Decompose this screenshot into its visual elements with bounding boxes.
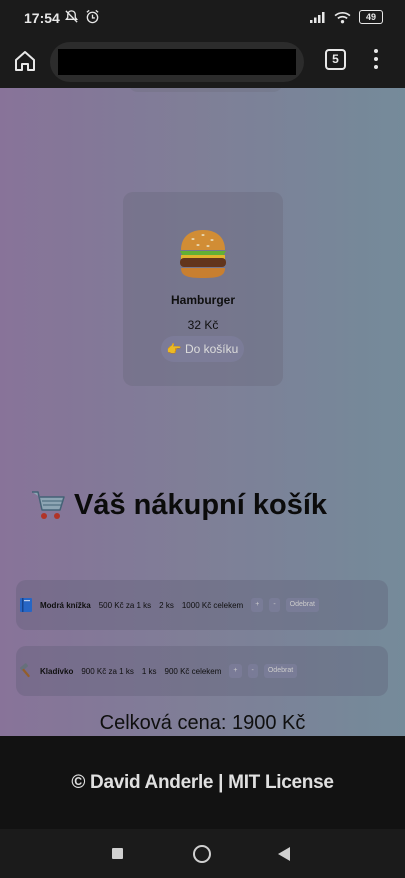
cart-item-name: Kladívko — [40, 666, 74, 676]
decrease-quantity-button[interactable]: - — [269, 598, 280, 612]
battery-icon: 49 — [359, 10, 383, 24]
tab-switcher-button[interactable]: 5 — [325, 49, 346, 70]
browser-toolbar: 5 — [0, 36, 405, 88]
previous-product-card — [128, 88, 283, 92]
status-bar: 17:54 49 — [0, 0, 405, 36]
cart-item-unit-price: 500 Kč za 1 ks — [98, 600, 152, 610]
address-bar[interactable] — [50, 42, 304, 82]
status-icons-left — [64, 9, 100, 24]
cart-item-row: Modrá knížka 500 Kč za 1 ks 2 ks 1000 Kč… — [16, 580, 388, 630]
dim-overlay — [0, 88, 405, 736]
status-icons-right: 49 — [310, 10, 383, 24]
increase-quantity-button[interactable]: + — [251, 598, 264, 612]
product-name: Hamburger — [170, 293, 235, 307]
remove-item-button[interactable]: Odebrat — [263, 664, 298, 678]
page-footer: © David Anderle | MIT License — [0, 736, 405, 829]
mute-notification-icon — [65, 10, 78, 23]
cart-item-line-total: 900 Kč celekem — [164, 666, 222, 676]
shopping-cart-icon — [32, 491, 65, 519]
status-time: 17:54 — [24, 10, 60, 26]
system-navigation-bar — [0, 829, 405, 878]
product-price: 32 Kč — [187, 318, 219, 332]
cart-item-row: Kladívko 900 Kč za 1 ks 1 ks 900 Kč cele… — [16, 646, 388, 696]
add-to-cart-button[interactable]: 👉 Do košíku — [161, 336, 244, 362]
back-triangle-icon[interactable] — [278, 847, 290, 861]
cart-title: Váš nákupní košík — [30, 488, 327, 522]
cart-title-text: Váš nákupní košík — [74, 488, 328, 521]
cart-item-quantity: 1 ks — [141, 666, 157, 676]
home-circle-icon[interactable] — [193, 845, 211, 863]
increase-quantity-button[interactable]: + — [229, 664, 242, 678]
footer-text: © David Anderle | MIT License — [71, 772, 334, 793]
remove-item-button[interactable]: Odebrat — [285, 598, 319, 612]
recents-square-icon[interactable] — [112, 848, 123, 859]
cart-item-quantity: 2 ks — [159, 600, 174, 610]
page-content: Hamburger 32 Kč 👉 Do košíku Váš nákupní … — [0, 88, 405, 736]
signal-icon — [310, 12, 325, 23]
home-icon[interactable] — [12, 48, 38, 74]
hamburger-emoji-icon — [180, 230, 226, 278]
decrease-quantity-button[interactable]: - — [247, 664, 258, 678]
cart-item-unit-price: 900 Kč za 1 ks — [81, 666, 134, 676]
url-text[interactable] — [58, 49, 296, 75]
product-card: Hamburger 32 Kč 👉 Do košíku — [123, 192, 283, 386]
blue-book-icon — [20, 598, 32, 612]
cart-total: Celková cena: 1900 Kč — [99, 712, 306, 734]
alarm-icon — [86, 9, 99, 24]
hammer-icon — [20, 663, 30, 678]
cart-item-line-total: 1000 Kč celekem — [181, 600, 244, 610]
cart-item-name: Modrá knížka — [40, 600, 91, 610]
more-vert-icon[interactable] — [372, 49, 380, 71]
wifi-icon — [334, 11, 351, 23]
